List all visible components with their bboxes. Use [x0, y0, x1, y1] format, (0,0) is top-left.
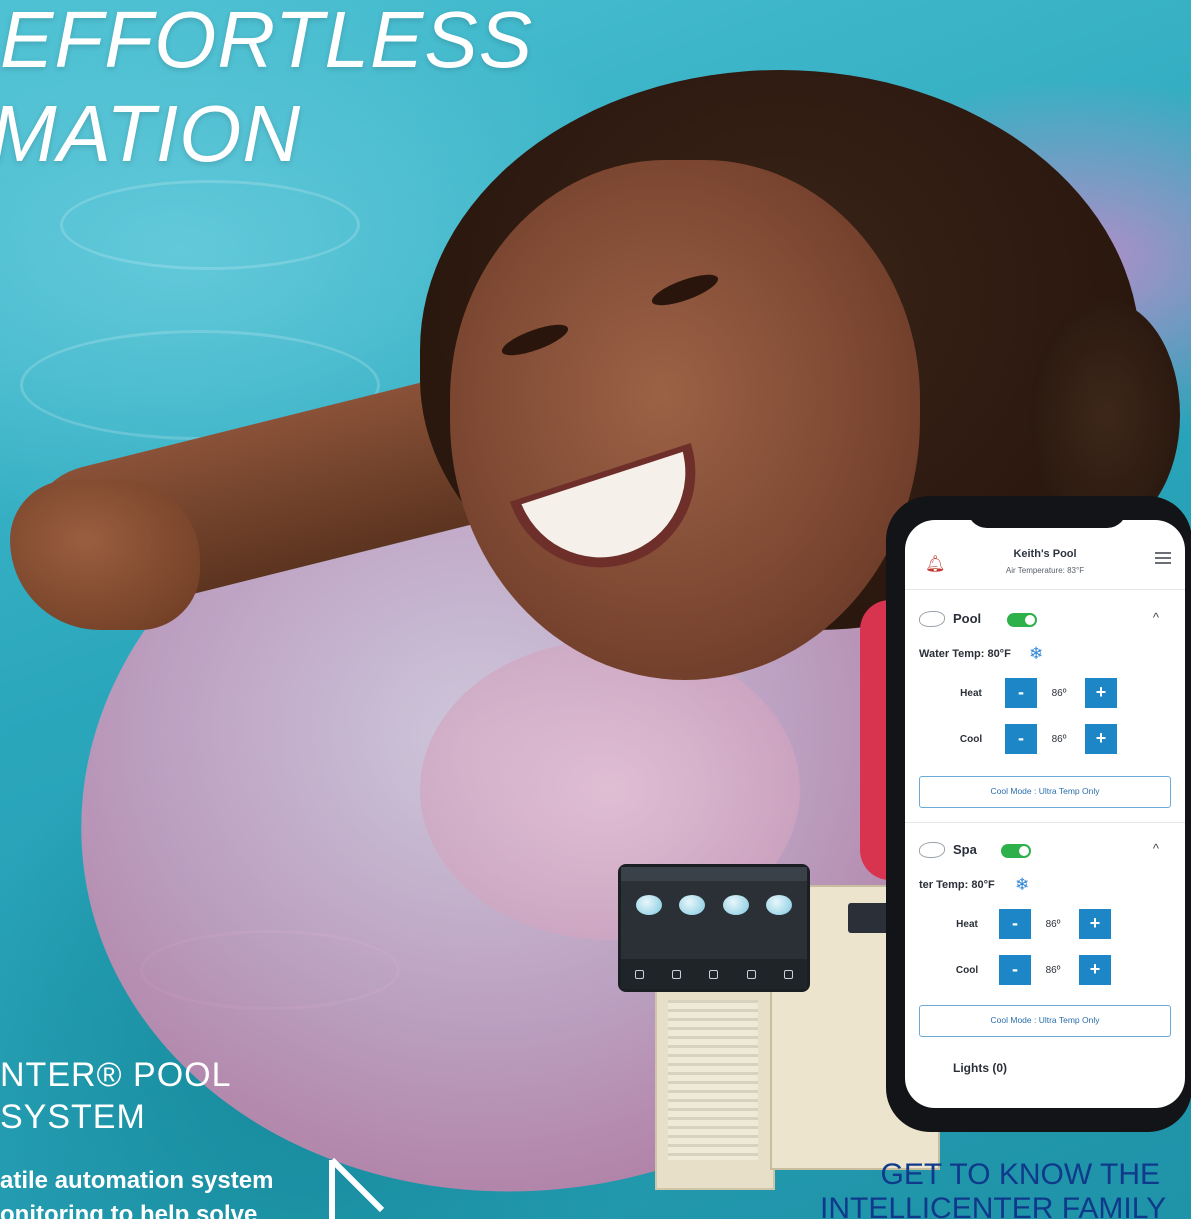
spa-toggle[interactable]: [1001, 844, 1031, 858]
product-title: NTER® POOL SYSTEM: [0, 1054, 232, 1138]
snowflake-icon: ❄: [1029, 644, 1044, 663]
spa-heat-row: Heat - 86º +: [905, 903, 1185, 949]
lights-label: Lights (0): [953, 1061, 1007, 1075]
spa-icon: [919, 842, 945, 858]
face: [450, 160, 920, 680]
product-description-line-2: onitoring to help solve: [0, 1201, 258, 1219]
snowflake-icon: ❄: [1015, 875, 1030, 894]
spa-heat-decrease-button[interactable]: -: [999, 909, 1031, 939]
control-panel-wiring: [668, 1000, 758, 1160]
spa-cool-increase-button[interactable]: +: [1079, 955, 1111, 985]
waterfall-icon: [722, 895, 749, 915]
status-icon: [709, 969, 719, 979]
lights-section: Lights (0): [905, 1037, 1185, 1077]
pool-water-temp-row: Water Temp: 80°F ❄: [905, 640, 1185, 672]
hand: [10, 480, 200, 630]
info-icon: [746, 969, 756, 979]
pool-heat-row: Heat - 86º +: [905, 672, 1185, 718]
pool-icon: [919, 611, 945, 627]
spa-cool-setpoint: 86º: [1045, 965, 1061, 976]
pool-water-temp: Water Temp: 80°F: [919, 648, 1011, 660]
product-description-line-1: atile automation system: [0, 1167, 274, 1194]
chevron-right-icon: [329, 1157, 385, 1219]
water-ripple: [60, 180, 360, 270]
phone-screen: 🔔︎ Keith's Pool Air Temperature: 83°F Po…: [905, 520, 1185, 1108]
pool-name: Keith's Pool: [1013, 548, 1077, 560]
pool-cool-label: Cool: [959, 734, 983, 745]
get-to-know-link[interactable]: GET TO KNOW THE INTELLICENTER FAMILY: [820, 1158, 1167, 1219]
air-temperature: Air Temperature: 83°F: [1005, 566, 1085, 575]
lights-icon: [766, 895, 793, 915]
spa-cool-decrease-button[interactable]: -: [999, 955, 1031, 985]
section-divider: [905, 822, 1185, 823]
pool-label: Pool: [953, 611, 982, 626]
app-header: 🔔︎ Keith's Pool Air Temperature: 83°F: [905, 520, 1185, 590]
pool-cool-setpoint: 86º: [1051, 734, 1067, 745]
product-title-line-1: NTER® POOL: [0, 1056, 232, 1094]
spa-icon: [679, 895, 706, 915]
screen-status-bar: [621, 867, 807, 881]
pool-cool-increase-button[interactable]: +: [1085, 724, 1117, 754]
pool-heat-increase-button[interactable]: +: [1085, 678, 1117, 708]
pool-section: Pool ^ Water Temp: 80°F ❄ Heat - 86º + C…: [905, 600, 1185, 823]
spa-section: Spa ^ ter Temp: 80°F ❄ Heat - 86º + Cool…: [905, 831, 1185, 1037]
chemistry-icon: [672, 969, 682, 979]
pool-heat-decrease-button[interactable]: -: [1005, 678, 1037, 708]
pool-section-header: Pool ^: [905, 600, 1185, 640]
hamburger-menu-icon[interactable]: [1155, 552, 1171, 564]
pool-cool-mode-button[interactable]: Cool Mode : Ultra Temp Only: [919, 776, 1171, 808]
cta-line-2: INTELLICENTER FAMILY: [820, 1192, 1167, 1219]
chevron-up-icon[interactable]: ^: [1153, 610, 1159, 625]
screen-body-icons: [621, 881, 807, 915]
screen-nav-bar: [621, 959, 807, 989]
spa-heat-setpoint: 86º: [1045, 919, 1061, 930]
spa-cool-row: Cool - 86º +: [905, 949, 1185, 995]
pool-heat-setpoint: 86º: [1051, 688, 1067, 699]
headline-line-2: MATION: [0, 89, 302, 178]
headline-line-1: EFFORTLESS: [0, 0, 534, 84]
spa-cool-mode-button[interactable]: Cool Mode : Ultra Temp Only: [919, 1005, 1171, 1037]
spa-label: Spa: [953, 842, 977, 857]
spa-section-header: Spa ^: [905, 831, 1185, 871]
pool-heat-label: Heat: [960, 688, 982, 699]
spa-cool-label: Cool: [955, 965, 979, 976]
phone-notch: [967, 496, 1127, 528]
product-title-line-2: SYSTEM: [0, 1098, 146, 1136]
product-description: atile automation system onitoring to hel…: [0, 1164, 273, 1219]
clock-icon: [635, 969, 645, 979]
spa-water-temp-row: ter Temp: 80°F ❄: [905, 871, 1185, 903]
cta-line-1: GET TO KNOW THE: [880, 1158, 1161, 1191]
gear-icon: [783, 969, 793, 979]
spa-heat-label: Heat: [956, 919, 978, 930]
spa-heat-increase-button[interactable]: +: [1079, 909, 1111, 939]
spa-water-temp: ter Temp: 80°F: [919, 879, 995, 891]
indoor-control-screen: [618, 864, 810, 992]
pool-icon: [635, 895, 662, 915]
pool-cool-row: Cool - 86º +: [905, 718, 1185, 764]
chevron-up-icon[interactable]: ^: [1153, 841, 1159, 856]
pool-toggle[interactable]: [1007, 613, 1037, 627]
pool-cool-decrease-button[interactable]: -: [1005, 724, 1037, 754]
